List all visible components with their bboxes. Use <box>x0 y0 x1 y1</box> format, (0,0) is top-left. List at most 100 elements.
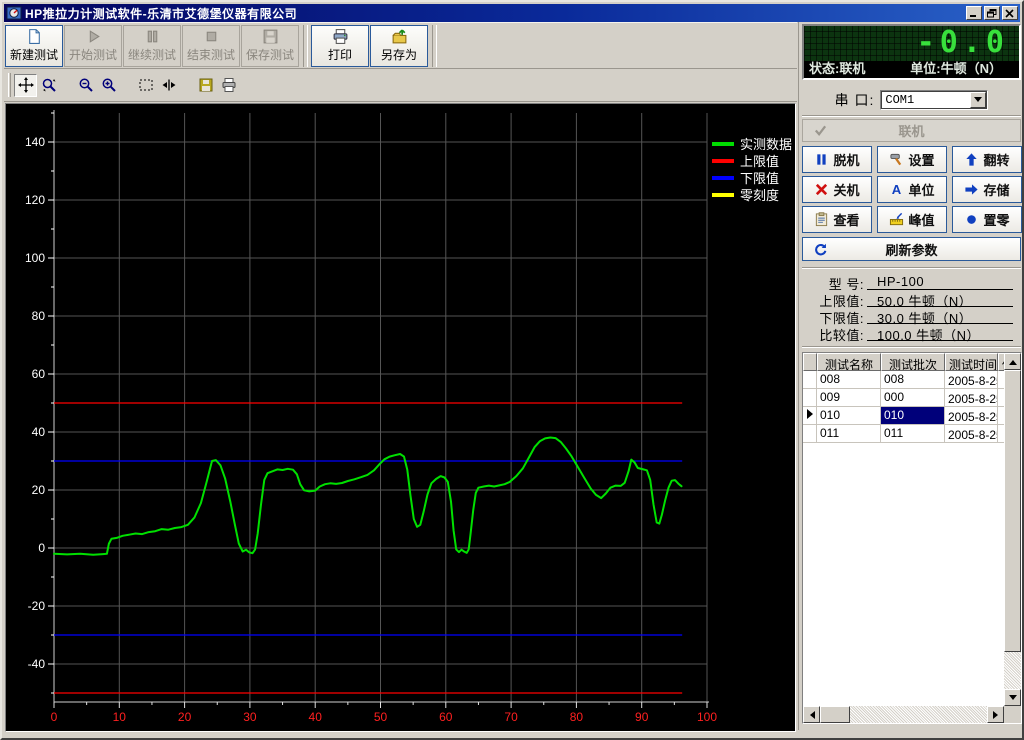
toolbar-button-label: 开始测试 <box>68 48 117 62</box>
refresh-params-button[interactable]: 刷新参数 <box>802 237 1021 261</box>
cell-name[interactable]: 008 <box>817 371 881 389</box>
device-button-6[interactable]: 存储 <box>952 176 1022 203</box>
cell-batch[interactable]: 011 <box>881 425 945 443</box>
device-button-9[interactable]: 置零 <box>952 206 1022 233</box>
y-tick-label: 100 <box>25 251 45 265</box>
save-as-icon <box>392 29 406 44</box>
table-horizontal-scrollbar[interactable] <box>803 706 1004 723</box>
row-indicator-cell <box>803 371 817 389</box>
table-row[interactable]: 0090002005-8-25 下午 <box>803 389 1004 407</box>
status-label: 状态:联机 <box>809 61 866 76</box>
device-button-label: 设置 <box>908 153 935 168</box>
device-button-8[interactable]: 峰值 <box>877 206 947 233</box>
scroll-up-button[interactable] <box>1004 353 1021 370</box>
arrow-up-icon <box>966 153 978 166</box>
dot-blue-icon <box>967 215 977 224</box>
fit-horizontal-icon <box>162 79 175 91</box>
zoom-in-icon <box>102 78 116 92</box>
cell-name[interactable]: 011 <box>817 425 881 443</box>
scroll-down-button[interactable] <box>1004 689 1021 706</box>
close-button[interactable] <box>1002 6 1018 20</box>
y-tick-label: 140 <box>25 135 45 149</box>
toolbar-gripper <box>8 73 11 97</box>
device-button-1[interactable]: 脱机 <box>802 146 872 173</box>
save-chart-icon <box>199 78 212 92</box>
vertical-scroll-thumb[interactable] <box>1004 370 1021 652</box>
device-button-4[interactable]: 关机 <box>802 176 872 203</box>
unit-label: 单位:牛顿（N） <box>910 61 1002 76</box>
column-header[interactable]: 测试批次 <box>881 353 945 371</box>
zoom-out-tool-button[interactable] <box>74 74 97 97</box>
cell-batch[interactable]: 000 <box>881 389 945 407</box>
legend-label: 上限值 <box>740 154 779 169</box>
device-button-7[interactable]: 查看 <box>802 206 872 233</box>
select-rect-tool-button[interactable] <box>134 74 157 97</box>
save-chart-tool-button[interactable] <box>194 74 217 97</box>
device-button-3[interactable]: 翻转 <box>952 146 1022 173</box>
toolbar-button-4: 结束测试 <box>182 24 240 67</box>
print-chart-tool-button[interactable] <box>217 74 240 97</box>
window-title: HP推拉力计测试软件-乐清市艾德堡仪器有限公司 <box>25 6 298 21</box>
restore-button[interactable] <box>984 6 1000 20</box>
led-display-box: -0.0 状态:联机 单位:牛顿（N） <box>802 24 1021 80</box>
cell-batch[interactable]: 008 <box>881 371 945 389</box>
legend-swatch <box>712 193 734 197</box>
cell-time[interactable]: 2005-8-25 下午 <box>945 371 998 389</box>
refresh-icon <box>815 243 827 255</box>
info-label: 型 号: <box>828 277 864 292</box>
cell-time[interactable]: 2005-8-25 下午 <box>945 407 998 425</box>
com-port-select[interactable]: COM1 <box>880 90 989 110</box>
cell-name[interactable]: 010 <box>817 407 881 425</box>
x-tick-label: 70 <box>504 710 518 724</box>
minimize-button[interactable] <box>966 6 982 20</box>
x-tick-label: 0 <box>51 710 58 724</box>
toolbar-button-7[interactable]: 另存为 <box>370 24 428 67</box>
y-tick-label: 0 <box>38 541 45 555</box>
zoom-drag-tool-button[interactable] <box>37 74 60 97</box>
clipboard-icon <box>816 212 828 227</box>
x-tick-label: 20 <box>178 710 192 724</box>
device-button-label: 峰值 <box>908 213 935 228</box>
y-tick-label: 20 <box>32 483 46 497</box>
x-tick-label: 30 <box>243 710 257 724</box>
device-button-2[interactable]: 设置 <box>877 146 947 173</box>
chart-area[interactable]: -40 -20 0 20 40 60 80 100 120 140 0 10 20 30 40 50 60 70 8… <box>5 103 796 732</box>
info-label: 比较值: <box>819 328 864 343</box>
toolbar-button-label: 另存为 <box>380 48 417 62</box>
chevron-down-icon[interactable] <box>970 92 987 108</box>
legend-label: 零刻度 <box>740 188 779 203</box>
table-row[interactable]: 0110112005-8-25 下午 <box>803 425 1004 443</box>
zoom-out-icon <box>79 78 93 92</box>
toolbar-separator <box>303 24 308 67</box>
table-row[interactable]: 0080082005-8-25 下午 <box>803 371 1004 389</box>
fit-horizontal-tool-button[interactable] <box>157 74 180 97</box>
scroll-right-button[interactable] <box>987 706 1004 723</box>
column-header[interactable]: 测试时间 <box>945 353 998 371</box>
toolbar-button-1[interactable]: 新建测试 <box>5 24 63 67</box>
table-row[interactable]: 0100102005-8-25 下午 <box>803 407 1004 425</box>
cell-time[interactable]: 2005-8-25 下午 <box>945 425 998 443</box>
device-button-5[interactable]: A 单位 <box>877 176 947 203</box>
info-value: 100.0 牛顿（N） <box>867 325 1013 343</box>
pan-tool-button[interactable] <box>14 73 37 97</box>
divider <box>802 346 1021 348</box>
cell-batch[interactable]: 010 <box>881 407 945 425</box>
cell-name[interactable]: 009 <box>817 389 881 407</box>
print-chart-icon <box>222 78 235 92</box>
save-icon <box>263 29 277 44</box>
horizontal-scroll-thumb[interactable] <box>820 706 850 723</box>
app-icon <box>6 6 22 20</box>
scroll-left-button[interactable] <box>803 706 820 723</box>
row-indicator-cell <box>803 389 817 407</box>
zoom-in-tool-button[interactable] <box>97 74 120 97</box>
toolbar-button-5: 保存测试 <box>241 24 299 67</box>
info-label: 下限值: <box>819 311 864 326</box>
printer-icon <box>333 29 347 44</box>
ruler-icon <box>890 212 904 226</box>
toolbar-button-6[interactable]: 打印 <box>311 24 369 67</box>
cell-time[interactable]: 2005-8-25 下午 <box>945 389 998 407</box>
column-header[interactable]: 测试名称 <box>817 353 881 371</box>
zoom-drag-icon <box>42 78 56 92</box>
table-vertical-scrollbar[interactable] <box>1004 353 1021 706</box>
y-tick-label: -40 <box>28 657 46 671</box>
